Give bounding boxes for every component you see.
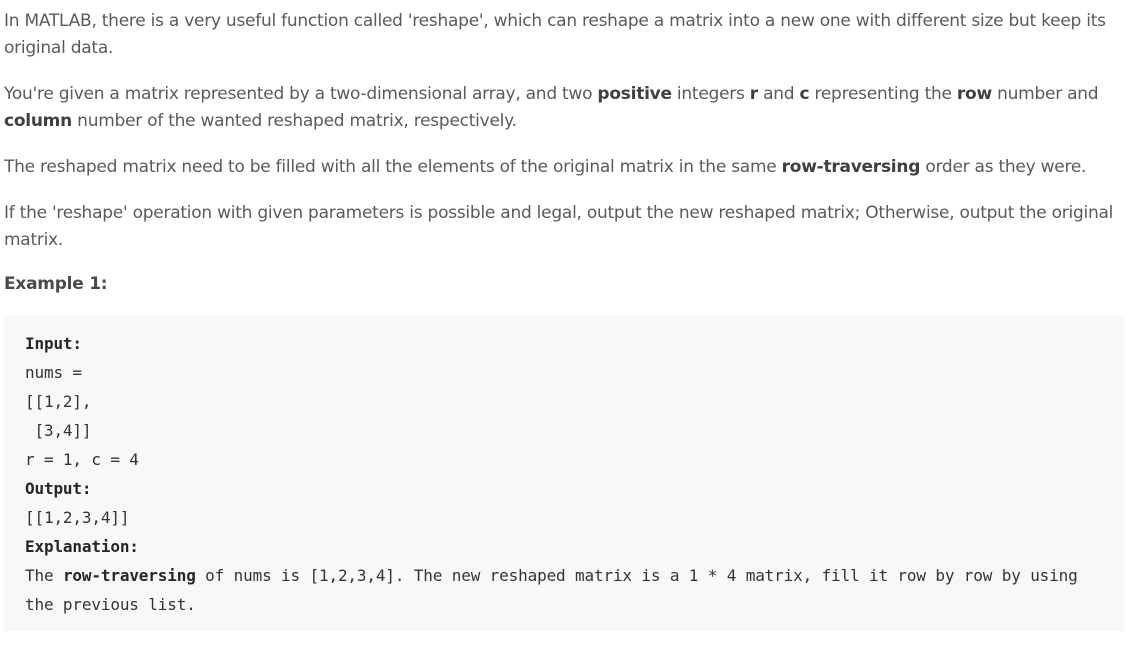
input-label: Input: bbox=[25, 334, 82, 353]
keyword-r: r bbox=[749, 84, 758, 104]
problem-description: In MATLAB, there is a very useful functi… bbox=[0, 0, 1138, 631]
text-segment: integers bbox=[671, 84, 750, 104]
text-segment: number of the wanted reshaped matrix, re… bbox=[72, 111, 517, 131]
text-segment: order as they were. bbox=[920, 157, 1087, 177]
input-line: r = 1, c = 4 bbox=[25, 450, 139, 469]
text-segment: representing the bbox=[809, 84, 957, 104]
text-segment: The reshaped matrix need to be filled wi… bbox=[4, 157, 782, 177]
output-label: Output: bbox=[25, 479, 92, 498]
paragraph-intro: In MATLAB, there is a very useful functi… bbox=[4, 8, 1124, 62]
input-line: [[1,2], bbox=[25, 392, 92, 411]
paragraph-inputs: You're given a matrix represented by a t… bbox=[4, 81, 1124, 135]
keyword-column: column bbox=[4, 111, 73, 131]
text-segment: and bbox=[757, 84, 800, 104]
paragraph-output-rule: If the 'reshape' operation with given pa… bbox=[4, 200, 1124, 254]
keyword-positive: positive bbox=[597, 84, 672, 104]
example-code-block: Input: nums = [[1,2], [3,4]] r = 1, c = 4 Ou… bbox=[4, 315, 1124, 631]
paragraph-intro-text: In MATLAB, there is a very useful functi… bbox=[4, 11, 1106, 58]
text-segment: You're given a matrix represented by a t… bbox=[4, 84, 598, 104]
text-segment: number and bbox=[991, 84, 1099, 104]
paragraph-order: The reshaped matrix need to be filled wi… bbox=[4, 154, 1124, 181]
explanation-label: Explanation: bbox=[25, 537, 139, 556]
input-line: [3,4]] bbox=[25, 421, 92, 440]
keyword-row-traversing: row-traversing bbox=[62, 566, 196, 585]
explanation-text: The row-traversing of nums is [1,2,3,4].… bbox=[25, 561, 1106, 619]
text-segment: The bbox=[25, 566, 63, 585]
keyword-row-traversing: row-traversing bbox=[781, 157, 921, 177]
keyword-c: c bbox=[799, 84, 810, 104]
input-line: nums = bbox=[25, 363, 82, 382]
output-value: [[1,2,3,4]] bbox=[25, 508, 130, 527]
example-title: Example 1: bbox=[4, 274, 108, 294]
keyword-row: row bbox=[956, 84, 992, 104]
paragraph-output-rule-text: If the 'reshape' operation with given pa… bbox=[4, 203, 1114, 250]
